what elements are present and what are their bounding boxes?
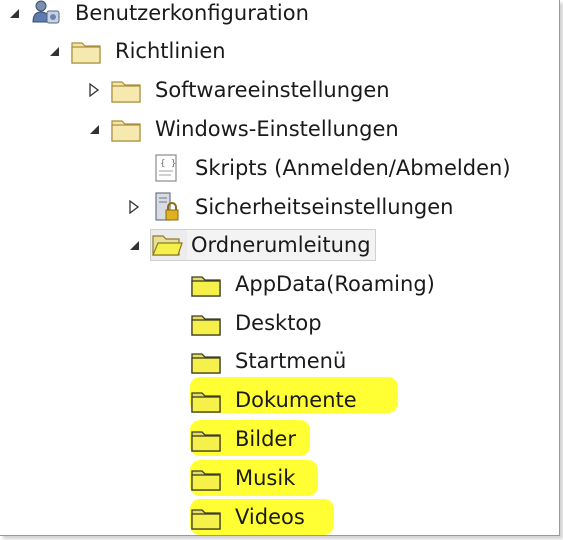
- tree-node-appdata[interactable]: AppData(Roaming): [166, 267, 438, 301]
- tree-label-appdata[interactable]: AppData(Roaming): [232, 269, 438, 299]
- folder-icon: [190, 385, 222, 415]
- folder-icon: [190, 308, 222, 338]
- tree-label-pictures[interactable]: Bilder: [232, 424, 299, 454]
- folder-icon: [110, 114, 142, 144]
- tree-label-documents[interactable]: Dokumente: [232, 385, 360, 415]
- tree-panel: Benutzerkonfiguration Richtlinien Softwa…: [0, 0, 560, 536]
- tree-label-music[interactable]: Musik: [232, 463, 298, 493]
- security-icon: [150, 192, 182, 222]
- tree-label-user-config[interactable]: Benutzerkonfiguration: [72, 0, 312, 28]
- tree-label-software-settings[interactable]: Softwareeinstellungen: [152, 75, 393, 105]
- expanded-arrow-icon[interactable]: [6, 5, 22, 21]
- folder-icon: [190, 463, 222, 493]
- folder-icon: [70, 36, 102, 66]
- folder-icon: [190, 502, 222, 532]
- tree-node-user-config[interactable]: Benutzerkonfiguration: [6, 0, 312, 30]
- folder-icon: [190, 424, 222, 454]
- tree-node-scripts[interactable]: { } Skripts (Anmelden/Abmelden): [126, 151, 514, 185]
- folder-icon: [190, 346, 222, 376]
- folder-icon: [190, 269, 222, 299]
- tree-node-security-settings[interactable]: Sicherheitseinstellungen: [126, 190, 456, 224]
- tree-node-videos[interactable]: Videos: [166, 500, 308, 534]
- expanded-arrow-icon[interactable]: [46, 43, 62, 59]
- tree-node-folder-redirection[interactable]: Ordnerumleitung: [126, 228, 376, 262]
- group-policy-tree: Benutzerkonfiguration Richtlinien Softwa…: [0, 0, 559, 535]
- tree-label-windows-settings[interactable]: Windows-Einstellungen: [152, 114, 402, 144]
- tree-label-desktop[interactable]: Desktop: [232, 308, 325, 338]
- tree-label-videos[interactable]: Videos: [232, 502, 308, 532]
- tree-label-startmenu[interactable]: Startmenü: [232, 346, 349, 376]
- tree-label-security-settings[interactable]: Sicherheitseinstellungen: [192, 192, 456, 222]
- collapsed-arrow-icon[interactable]: [126, 199, 142, 215]
- svg-text:{ }: { }: [160, 159, 176, 169]
- script-icon: { }: [150, 153, 182, 183]
- tree-label-scripts[interactable]: Skripts (Anmelden/Abmelden): [192, 153, 514, 183]
- tree-node-pictures[interactable]: Bilder: [166, 422, 299, 456]
- expanded-arrow-icon[interactable]: [126, 237, 142, 253]
- tree-node-software-settings[interactable]: Softwareeinstellungen: [86, 73, 393, 107]
- tree-node-music[interactable]: Musik: [166, 461, 298, 495]
- expanded-arrow-icon[interactable]: [86, 121, 102, 137]
- tree-label-folder-redirection[interactable]: Ordnerumleitung: [187, 229, 376, 261]
- tree-node-documents[interactable]: Dokumente: [166, 383, 360, 417]
- collapsed-arrow-icon[interactable]: [86, 82, 102, 98]
- tree-node-policies[interactable]: Richtlinien: [46, 34, 229, 68]
- folder-icon: [110, 75, 142, 105]
- tree-node-windows-settings[interactable]: Windows-Einstellungen: [86, 112, 402, 146]
- open-folder-icon: [150, 229, 187, 261]
- user-config-icon: [30, 0, 62, 28]
- tree-node-startmenu[interactable]: Startmenü: [166, 344, 349, 378]
- tree-label-policies[interactable]: Richtlinien: [112, 36, 229, 66]
- tree-node-desktop[interactable]: Desktop: [166, 306, 325, 340]
